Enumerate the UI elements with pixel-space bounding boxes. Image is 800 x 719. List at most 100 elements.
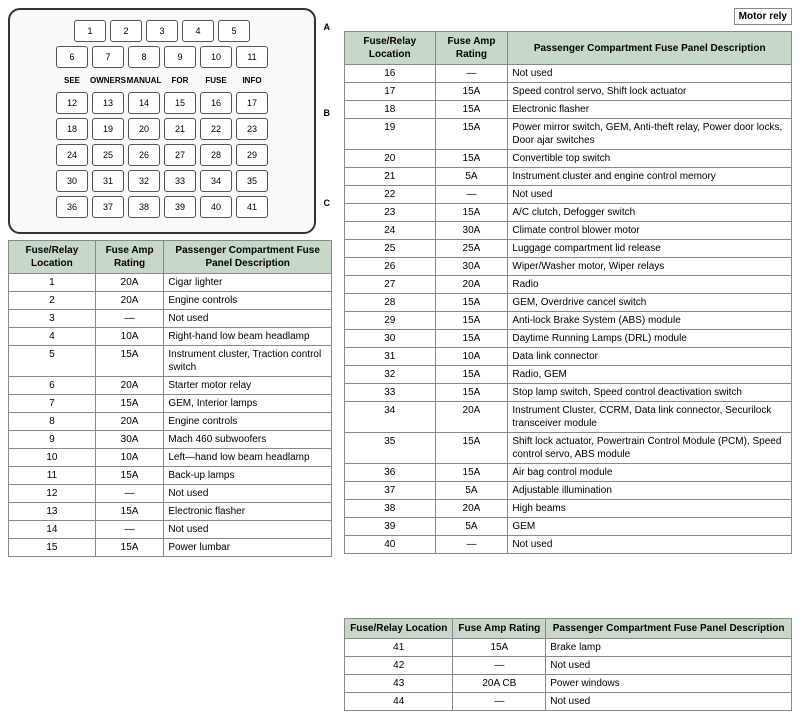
fuse-17: 17 xyxy=(236,92,268,114)
table-row: 2430AClimate control blower motor xyxy=(345,222,792,240)
cell-desc: GEM xyxy=(508,518,792,536)
cell-location: 33 xyxy=(345,384,436,402)
cell-amp: 15A xyxy=(95,467,164,485)
table-row: 14—Not used xyxy=(9,521,332,539)
fuse-label-see: SEE xyxy=(56,72,88,88)
cell-amp: — xyxy=(95,485,164,503)
cell-desc: Power lumbar xyxy=(164,539,332,557)
cell-location: 43 xyxy=(345,675,453,693)
fuse-39: 39 xyxy=(164,196,196,218)
cell-location: 14 xyxy=(9,521,96,539)
cell-amp: 20A xyxy=(95,274,164,292)
cell-location: 44 xyxy=(345,693,453,711)
fuse-2: 2 xyxy=(110,20,142,42)
cell-desc: Cigar lighter xyxy=(164,274,332,292)
cell-location: 7 xyxy=(9,395,96,413)
cell-desc: Daytime Running Lamps (DRL) module xyxy=(508,330,792,348)
cell-location: 31 xyxy=(345,348,436,366)
cell-desc: Stop lamp switch, Speed control deactiva… xyxy=(508,384,792,402)
cell-amp: 20A xyxy=(95,377,164,395)
left-table-container: Fuse/Relay Location Fuse Amp Rating Pass… xyxy=(8,240,332,711)
fuse-41: 41 xyxy=(236,196,268,218)
table-row: 2720ARadio xyxy=(345,276,792,294)
cell-location: 37 xyxy=(345,482,436,500)
table-row: 715AGEM, Interior lamps xyxy=(9,395,332,413)
cell-amp: 15A xyxy=(435,312,508,330)
fuse-31: 31 xyxy=(92,170,124,192)
table-row: 3420AInstrument Cluster, CCRM, Data link… xyxy=(345,402,792,433)
table-row: 3215ARadio, GEM xyxy=(345,366,792,384)
cell-location: 32 xyxy=(345,366,436,384)
fuse-27: 27 xyxy=(164,144,196,166)
bracket-c: C xyxy=(324,198,331,208)
cell-location: 30 xyxy=(345,330,436,348)
cell-location: 42 xyxy=(345,657,453,675)
cell-amp: 20A CB xyxy=(453,675,546,693)
right-table1-header-location: Fuse/Relay Location xyxy=(345,32,436,65)
right-panel: Motor rely Fuse/Relay Location Fuse Amp … xyxy=(340,0,800,719)
cell-desc: Instrument cluster, Traction control swi… xyxy=(164,346,332,377)
fuse-label-for: FOR xyxy=(164,72,196,88)
fuse-box-wrapper: 1 2 3 4 5 6 7 8 9 10 11 SEE OWNERS MANUA… xyxy=(8,8,316,234)
cell-desc: Not used xyxy=(508,536,792,554)
cell-amp: 25A xyxy=(435,240,508,258)
table-row: 1115ABack-up lamps xyxy=(9,467,332,485)
fuse-28: 28 xyxy=(200,144,232,166)
cell-location: 5 xyxy=(9,346,96,377)
cell-amp: 15A xyxy=(435,101,508,119)
cell-desc: Data link connector xyxy=(508,348,792,366)
cell-desc: Convertible top switch xyxy=(508,150,792,168)
right-table1-header-amp: Fuse Amp Rating xyxy=(435,32,508,65)
cell-amp: 15A xyxy=(95,503,164,521)
fuse-35: 35 xyxy=(236,170,268,192)
cell-location: 16 xyxy=(345,65,436,83)
cell-desc: Air bag control module xyxy=(508,464,792,482)
right-table1-container: Fuse/Relay Location Fuse Amp Rating Pass… xyxy=(344,31,792,612)
cell-desc: Right-hand low beam headlamp xyxy=(164,328,332,346)
cell-amp: 5A xyxy=(435,518,508,536)
table-row: 3615AAir bag control module xyxy=(345,464,792,482)
table-row: 22—Not used xyxy=(345,186,792,204)
cell-location: 11 xyxy=(9,467,96,485)
cell-location: 39 xyxy=(345,518,436,536)
cell-desc: Starter motor relay xyxy=(164,377,332,395)
table-row: 1010ALeft—hand low beam headlamp xyxy=(9,449,332,467)
fuse-30: 30 xyxy=(56,170,88,192)
cell-amp: 20A xyxy=(435,276,508,294)
cell-location: 40 xyxy=(345,536,436,554)
cell-amp: 10A xyxy=(95,449,164,467)
fuse-11: 11 xyxy=(236,46,268,68)
fuse-40: 40 xyxy=(200,196,232,218)
cell-amp: — xyxy=(453,657,546,675)
cell-location: 3 xyxy=(9,310,96,328)
fuse-15: 15 xyxy=(164,92,196,114)
table-row: 1815AElectronic flasher xyxy=(345,101,792,119)
cell-amp: 30A xyxy=(435,222,508,240)
table-row: 3—Not used xyxy=(9,310,332,328)
cell-desc: Engine controls xyxy=(164,292,332,310)
cell-location: 12 xyxy=(9,485,96,503)
cell-location: 20 xyxy=(345,150,436,168)
cell-desc: Luggage compartment lid release xyxy=(508,240,792,258)
cell-desc: Not used xyxy=(508,65,792,83)
cell-desc: A/C clutch, Defogger switch xyxy=(508,204,792,222)
table-row: 3515AShift lock actuator, Powertrain Con… xyxy=(345,433,792,464)
cell-location: 36 xyxy=(345,464,436,482)
cell-amp: 10A xyxy=(435,348,508,366)
cell-location: 17 xyxy=(345,83,436,101)
cell-desc: Speed control servo, Shift lock actuator xyxy=(508,83,792,101)
table-row: 1715ASpeed control servo, Shift lock act… xyxy=(345,83,792,101)
cell-location: 41 xyxy=(345,639,453,657)
cell-amp: 20A xyxy=(435,500,508,518)
fuse-14: 14 xyxy=(128,92,160,114)
cell-location: 13 xyxy=(9,503,96,521)
cell-desc: Anti-lock Brake System (ABS) module xyxy=(508,312,792,330)
cell-amp: 15A xyxy=(435,464,508,482)
table-row: 1315AElectronic flasher xyxy=(9,503,332,521)
fuse-18: 18 xyxy=(56,118,88,140)
cell-location: 34 xyxy=(345,402,436,433)
fuse-8: 8 xyxy=(128,46,160,68)
right-table1-header-desc: Passenger Compartment Fuse Panel Descrip… xyxy=(508,32,792,65)
fuse-34: 34 xyxy=(200,170,232,192)
bracket-a: A xyxy=(324,22,331,32)
